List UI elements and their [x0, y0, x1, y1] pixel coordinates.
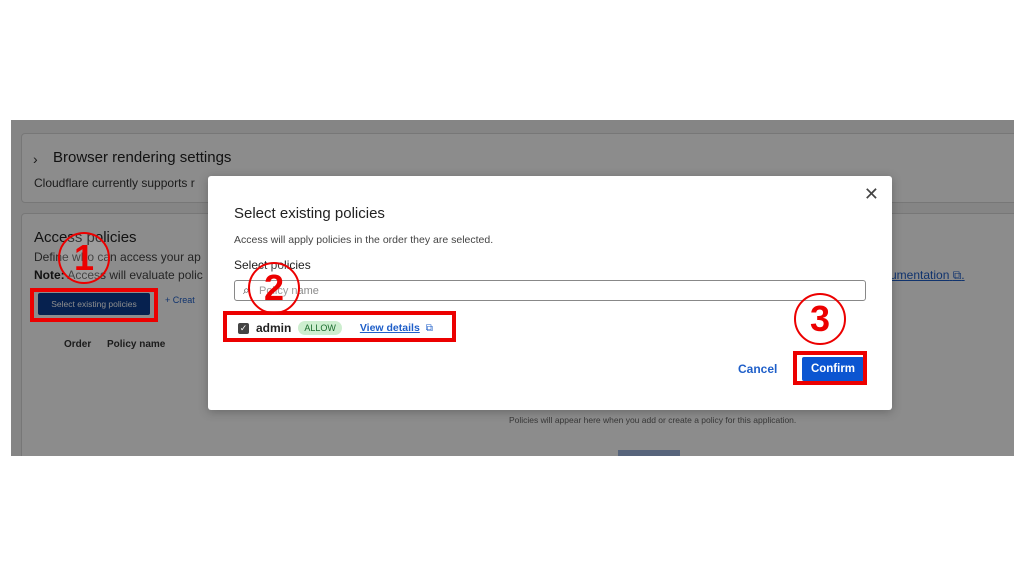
policy-search-box[interactable]: ⌕: [234, 280, 866, 301]
step-3-marker: 3: [794, 293, 846, 345]
highlight-policy-item: [223, 311, 456, 342]
policy-search-input[interactable]: [259, 283, 849, 298]
highlight-select-existing-policies: [30, 288, 158, 322]
step-1-marker: 1: [58, 232, 110, 284]
highlight-confirm: [793, 351, 867, 385]
close-icon[interactable]: ✕: [864, 185, 879, 203]
step-2-marker: 2: [248, 262, 300, 314]
modal-description: Access will apply policies in the order …: [234, 234, 494, 246]
cancel-button[interactable]: Cancel: [738, 362, 777, 376]
modal-title: Select existing policies: [234, 205, 385, 222]
select-policies-modal: ✕ Select existing policies Access will a…: [208, 176, 892, 410]
